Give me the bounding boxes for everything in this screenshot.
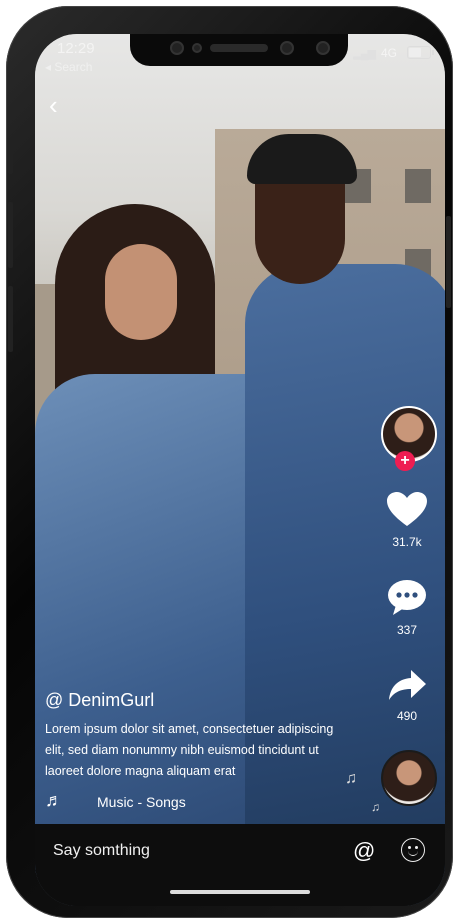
heart-icon <box>387 492 427 526</box>
volume-up-button <box>8 202 13 268</box>
sensor-icon <box>192 43 202 53</box>
battery-icon <box>407 46 434 59</box>
music-note-icon: ♬ <box>45 790 63 810</box>
music-title: Music - Songs <box>97 794 186 810</box>
speech-bubble-icon <box>388 580 426 615</box>
music-note-icon: ♫ <box>371 800 380 814</box>
video-subject-woman <box>35 204 275 884</box>
like-button[interactable]: 31.7k <box>375 492 439 549</box>
mute-switch <box>8 138 13 174</box>
share-count: 490 <box>396 709 418 723</box>
comment-button[interactable]: 337 <box>375 580 439 637</box>
video-caption: @ DenimGurl Lorem ipsum dolor sit amet, … <box>45 690 345 782</box>
share-button[interactable]: 490 <box>375 668 439 723</box>
chevron-left-icon[interactable]: ‹ <box>49 92 58 118</box>
volume-down-button <box>8 286 13 352</box>
status-bar: 12:29 ◂ Search ▂▄▆ 4G <box>35 34 445 74</box>
back-to-app-link[interactable]: ◂ Search <box>45 60 92 74</box>
sensor-icon <box>280 41 294 55</box>
comment-input[interactable]: Say somthing <box>53 842 150 860</box>
status-time: 12:29 <box>57 40 95 57</box>
power-button <box>446 216 451 308</box>
smiley-icon[interactable] <box>401 838 425 862</box>
comment-count: 337 <box>396 623 418 637</box>
camera-notch <box>130 34 348 66</box>
network-type: 4G <box>380 46 397 60</box>
phone-frame: 12:29 ◂ Search ▂▄▆ 4G ‹ + 31.7k 337 490 … <box>6 6 453 918</box>
music-disc[interactable] <box>381 750 437 806</box>
at-icon[interactable]: @ <box>353 838 375 864</box>
creator-username[interactable]: @ DenimGurl <box>45 690 345 711</box>
signal-icon: ▂▄▆ <box>353 48 376 60</box>
screen: 12:29 ◂ Search ▂▄▆ 4G ‹ + 31.7k 337 490 … <box>35 34 445 906</box>
like-count: 31.7k <box>392 535 422 549</box>
comment-bar: Say somthing @ <box>35 824 445 906</box>
plus-icon[interactable]: + <box>395 451 415 471</box>
camera-icon <box>316 41 330 55</box>
camera-icon <box>170 41 184 55</box>
video-description: Lorem ipsum dolor sit amet, consectetuer… <box>45 722 334 778</box>
share-arrow-icon <box>389 670 426 700</box>
music-note-icon: ♫ <box>345 770 357 787</box>
home-indicator[interactable] <box>170 890 310 894</box>
speaker-grille <box>210 44 268 52</box>
